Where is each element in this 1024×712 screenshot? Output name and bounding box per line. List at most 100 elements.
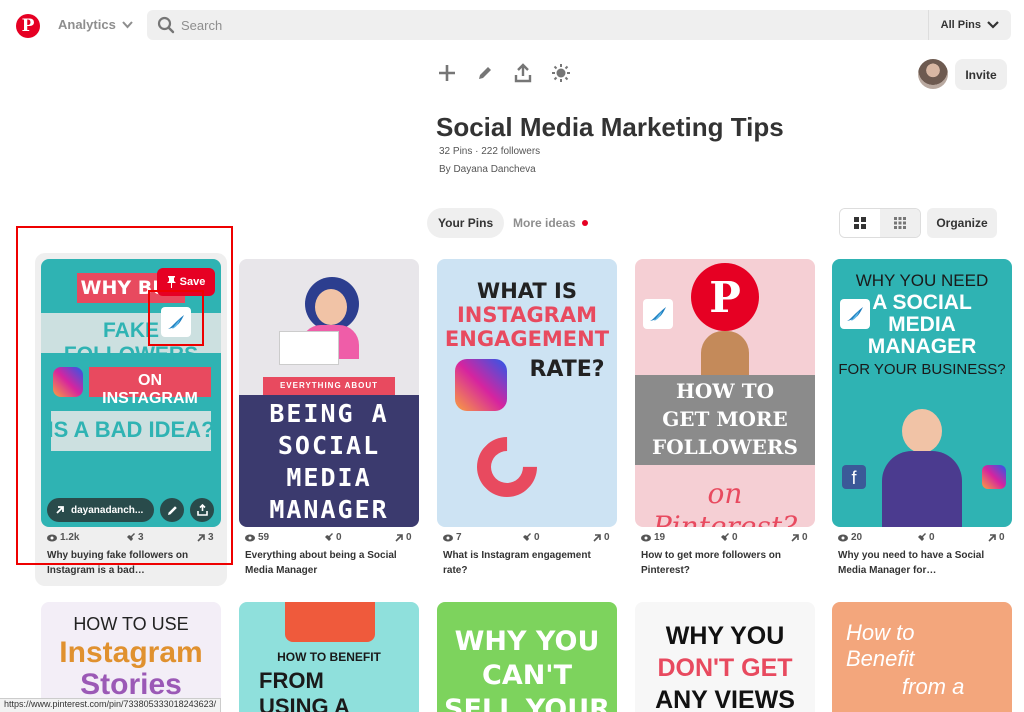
pin-image[interactable]: WHY YOU CAN'T SELL YOUR (437, 602, 617, 712)
pushpin-icon (918, 533, 926, 541)
tab-your-pins[interactable]: Your Pins (427, 208, 505, 238)
chevron-down-icon (122, 20, 133, 28)
saves-count: 0 (732, 532, 738, 543)
pin-card[interactable]: P HOW TO GET MORE FOLLOWERS on Pinterest… (635, 259, 815, 576)
instagram-logo-icon (982, 465, 1006, 489)
board-meta: 32 Pins · 222 followers (439, 146, 541, 157)
pin-card[interactable]: HOW TO BENEFIT FROM USING A (239, 602, 419, 712)
pin-card[interactable]: EVERYTHING ABOUT BEING A SOCIAL MEDIA MA… (239, 259, 419, 576)
pin-image[interactable]: HOW TO USE Instagram Stories (41, 602, 221, 712)
pin-art-text: WHY YOU (665, 622, 785, 650)
saves-stat: 0 (325, 532, 342, 543)
pushpin-icon (721, 533, 729, 541)
add-pin-button[interactable] (436, 62, 458, 84)
analytics-menu[interactable]: Analytics (58, 17, 133, 32)
pin-card[interactable]: WHY YOU DON'T GET ANY VIEWS (635, 602, 815, 712)
saves-stat: 0 (523, 532, 540, 543)
pin-art-text: FOLLOWERS (652, 435, 798, 459)
views-stat: 20 (838, 532, 862, 543)
more-ideas-tool-button[interactable] (550, 62, 572, 84)
search-icon (157, 16, 175, 34)
calendar-illustration (285, 602, 375, 642)
clicks-count: 0 (999, 532, 1005, 543)
search-scope-dropdown[interactable]: All Pins (927, 10, 1011, 40)
pin-card[interactable]: HOW TO USE Instagram Stories (41, 602, 221, 712)
pushpin-icon (325, 533, 333, 541)
pin-art-text: Benefit (846, 646, 915, 671)
pin-art-text: DON'T GET (657, 654, 793, 682)
views-count: 20 (851, 532, 863, 543)
clicks-count: 0 (604, 532, 610, 543)
view-toggle (839, 208, 921, 238)
search-input[interactable] (181, 10, 941, 40)
compact-grid-view-button[interactable] (880, 209, 920, 237)
pin-art-text: Instagram (59, 636, 203, 669)
highlight-box (148, 290, 204, 346)
pin-description[interactable]: What is Instagram engagement rate? (443, 548, 611, 578)
pin-art-text: ENGAGEMENT (444, 327, 610, 351)
eye-icon (838, 534, 848, 541)
pin-art-text: EVERYTHING ABOUT (279, 381, 379, 390)
pin-art-text: HOW TO USE (73, 614, 189, 634)
sparkle-icon (552, 64, 570, 82)
pin-description[interactable]: Why you need to have a Social Media Mana… (838, 548, 1006, 578)
share-board-button[interactable] (512, 62, 534, 84)
analytics-label: Analytics (58, 17, 116, 32)
clicks-count: 0 (406, 532, 412, 543)
chevron-down-icon (987, 21, 999, 29)
pin-description[interactable]: Everything about being a Social Media Ma… (245, 548, 413, 578)
pin-art-text: RATE? (529, 357, 605, 382)
pin-art-text: from a (902, 674, 965, 699)
pin-art-text: SOCIAL (277, 431, 381, 460)
pin-art-text: USING A (259, 694, 350, 712)
pin-image[interactable]: WHY YOU DON'T GET ANY VIEWS (635, 602, 815, 712)
pin-image[interactable]: EVERYTHING ABOUT BEING A SOCIAL MEDIA MA… (239, 259, 419, 527)
pin-art-text: HOW TO BENEFIT (277, 650, 381, 664)
pin-art-text: FOR YOUR BUSINESS? (838, 361, 1006, 378)
pin-art-text: WHAT IS (477, 279, 577, 303)
large-grid-view-button[interactable] (840, 209, 880, 237)
invite-button[interactable]: Invite (955, 59, 1007, 90)
pin-card[interactable]: WHAT IS INSTAGRAM ENGAGEMENT RATE? 7 0 0… (437, 259, 617, 576)
eye-icon (245, 534, 255, 541)
organize-button[interactable]: Organize (927, 208, 997, 238)
saves-count: 0 (534, 532, 540, 543)
pinterest-logo[interactable]: P (16, 14, 40, 38)
brand-badge[interactable] (643, 299, 673, 329)
search-bar: All Pins (147, 10, 1011, 40)
pin-art-text: SELL YOUR (444, 694, 610, 712)
pin-card[interactable]: How to Benefit from a (832, 602, 1012, 712)
saves-stat: 0 (721, 532, 738, 543)
views-stat: 7 (443, 532, 462, 543)
highlight-box (16, 226, 233, 565)
pin-art-text: CAN'T (482, 660, 572, 691)
pin-art-text: HOW TO (675, 379, 775, 403)
tab-more-ideas-label: More ideas (513, 216, 576, 230)
views-count: 7 (456, 532, 462, 543)
pin-image[interactable]: How to Benefit from a (832, 602, 1012, 712)
instagram-logo-icon (455, 359, 507, 411)
pin-description[interactable]: How to get more followers on Pinterest? (641, 548, 809, 578)
board-title: Social Media Marketing Tips (436, 112, 784, 142)
pin-image[interactable]: WHAT IS INSTAGRAM ENGAGEMENT RATE? (437, 259, 617, 527)
pin-art-text: WHY YOU (454, 626, 600, 657)
pin-card[interactable]: WHY YOU NEED A SOCIAL MEDIA MANAGER FOR … (832, 259, 1012, 576)
pin-card[interactable]: WHY YOU CAN'T SELL YOUR (437, 602, 617, 712)
clicks-count: 0 (802, 532, 808, 543)
pin-image[interactable]: P HOW TO GET MORE FOLLOWERS on Pinterest… (635, 259, 815, 527)
pin-art-text: WHY YOU NEED (855, 271, 989, 290)
pin-art-text: MEDIA (888, 313, 956, 336)
collaborator-avatar[interactable] (918, 59, 948, 89)
search-scope-label: All Pins (940, 19, 981, 31)
board-owner[interactable]: By Dayana Dancheva (439, 164, 536, 175)
pin-art-text: A SOCIAL (872, 291, 972, 314)
plus-icon (439, 65, 455, 81)
tab-more-ideas[interactable]: More ideas (513, 208, 588, 238)
pin-image[interactable]: HOW TO BENEFIT FROM USING A (239, 602, 419, 712)
arrow-up-right-icon (395, 533, 403, 542)
arrow-up-right-icon (791, 533, 799, 542)
facebook-logo-icon: f (842, 465, 866, 489)
edit-board-button[interactable] (474, 62, 496, 84)
views-count: 59 (258, 532, 270, 543)
pin-image[interactable]: WHY YOU NEED A SOCIAL MEDIA MANAGER FOR … (832, 259, 1012, 527)
